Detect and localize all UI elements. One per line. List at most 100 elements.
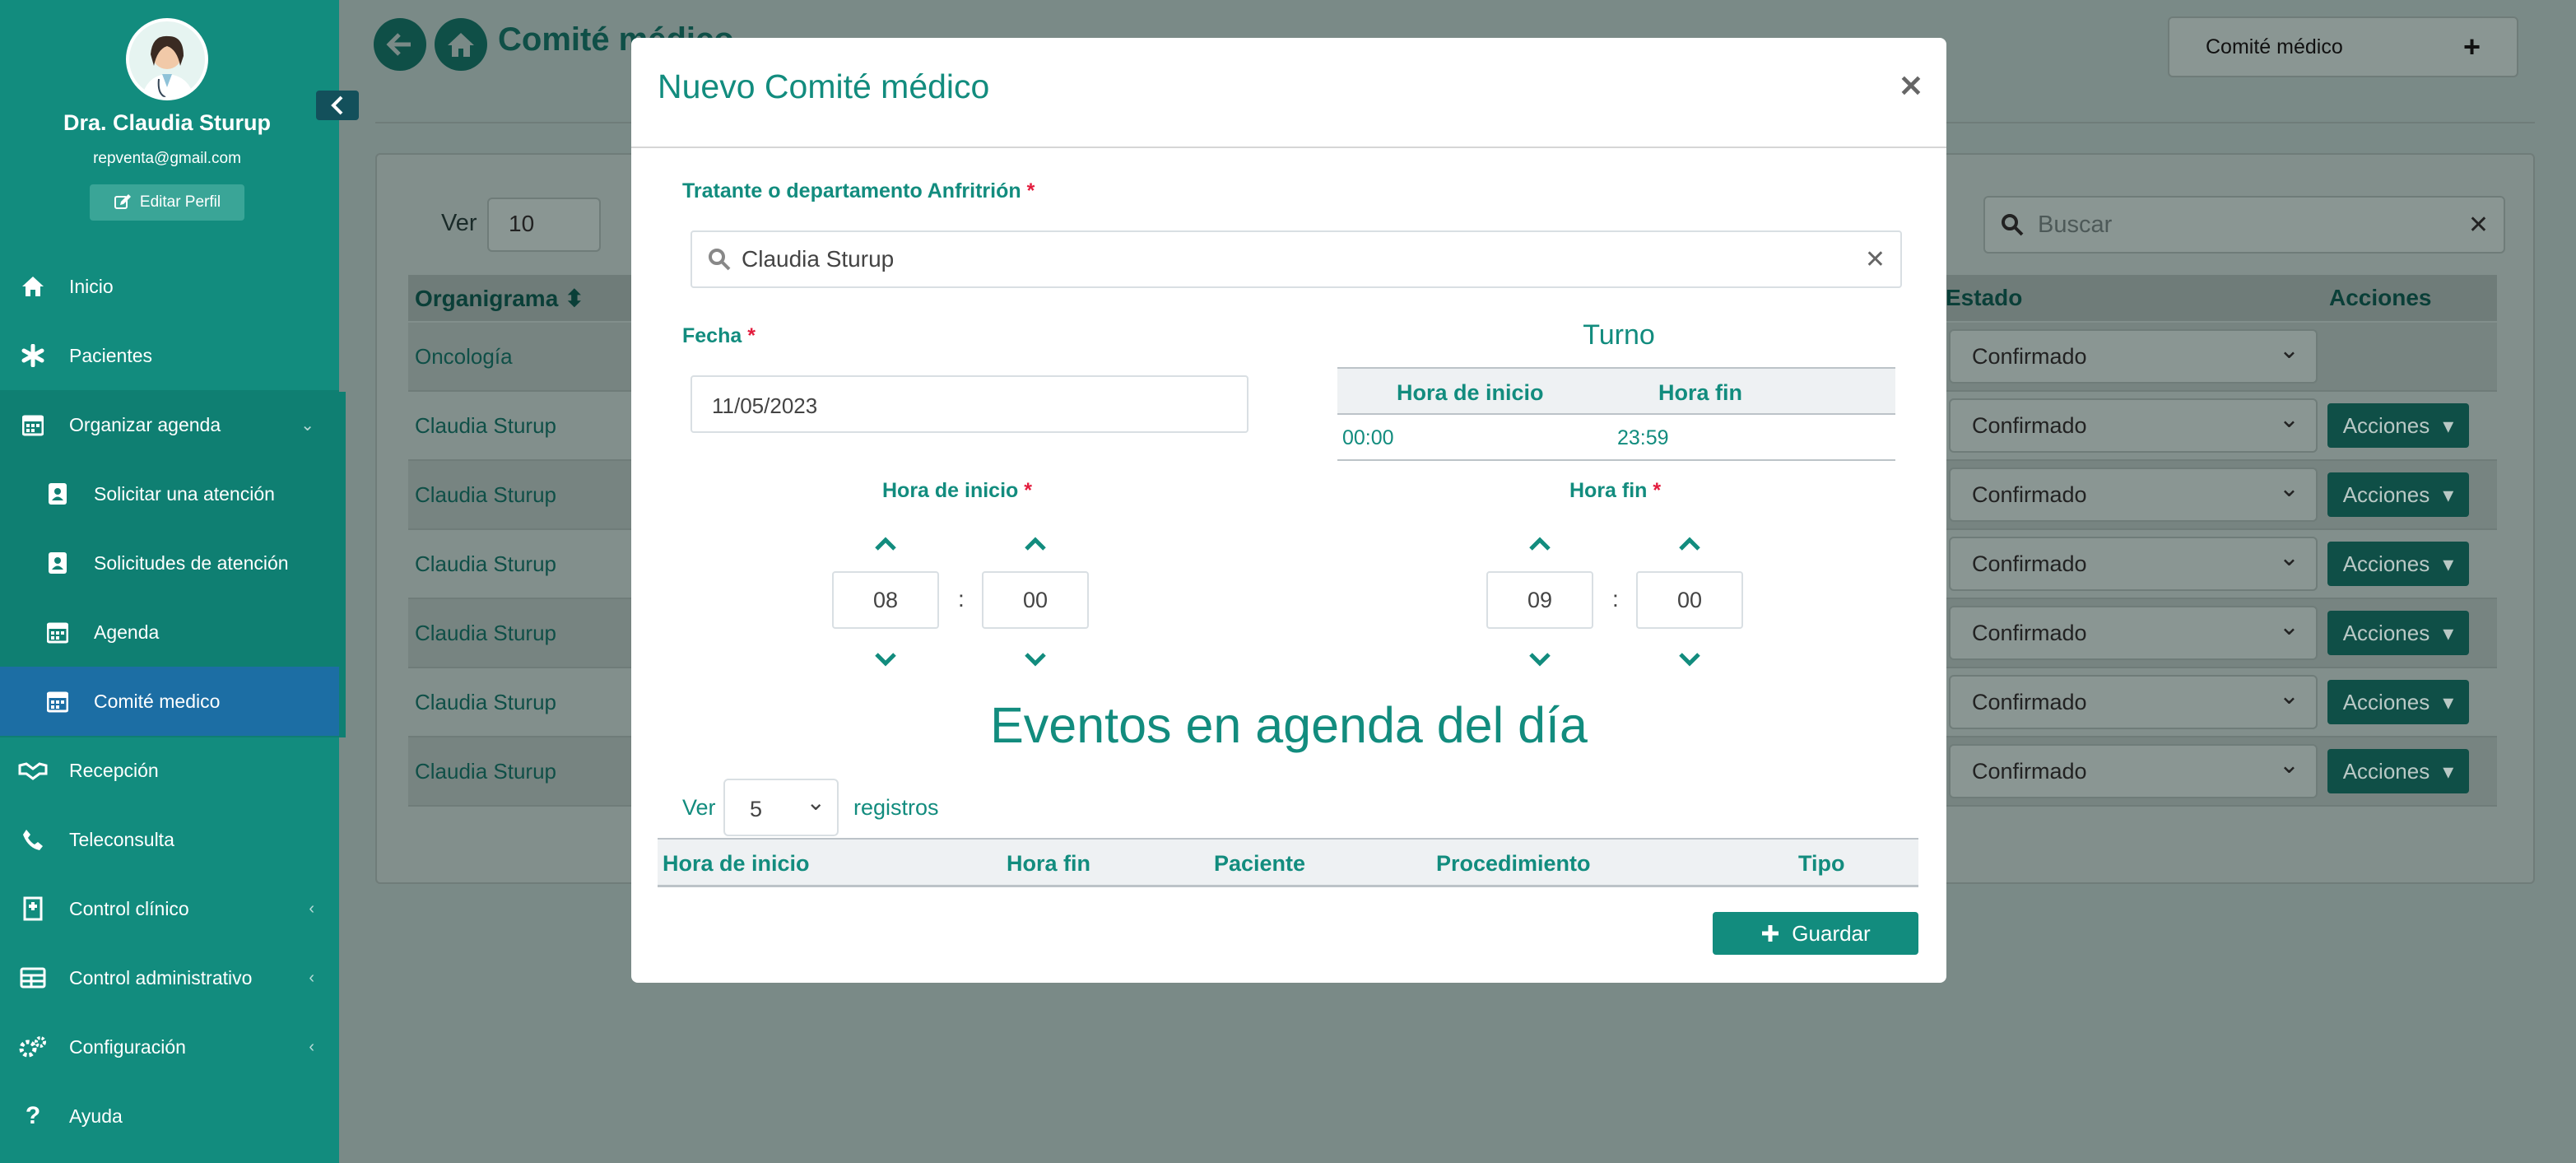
sidebar-item-teleconsulta[interactable]: Teleconsulta — [0, 805, 339, 874]
new-committee-button[interactable]: Comité médico + — [2168, 16, 2518, 77]
sidebar-item-solicitudes-atencion[interactable]: Solicitudes de atención — [0, 528, 339, 598]
events-col-hora-fin[interactable]: Hora fin — [1007, 851, 1090, 877]
sidebar-item-label: Control clínico — [69, 897, 189, 919]
calendar-icon — [16, 408, 49, 441]
estado-select[interactable]: Confirmado — [1949, 537, 2318, 591]
sidebar-item-ayuda[interactable]: ? Ayuda — [0, 1082, 339, 1151]
estado-select[interactable]: Confirmado — [1949, 468, 2318, 522]
sidebar-collapse-button[interactable] — [316, 91, 359, 120]
plus-icon — [1762, 925, 1779, 942]
id-card-icon — [41, 477, 74, 510]
search-icon — [2002, 214, 2024, 236]
minute-up-chevron-icon[interactable] — [1673, 532, 1706, 556]
acciones-dropdown-button[interactable]: Acciones ▾ — [2327, 403, 2469, 448]
sidebar-item-agenda[interactable]: Agenda — [0, 598, 339, 667]
row-organigrama: Claudia Sturup — [415, 551, 556, 576]
acciones-dropdown-button[interactable]: Acciones ▾ — [2327, 680, 2469, 724]
sidebar-item-comite-medico[interactable]: Comité medico — [0, 667, 339, 736]
asterisk-icon — [16, 339, 49, 372]
avatar[interactable] — [126, 18, 208, 100]
turno-table: Hora de inicio Hora fin 00:00 23:59 — [1337, 367, 1895, 461]
hour-down-chevron-icon[interactable] — [869, 647, 902, 672]
events-col-procedimiento[interactable]: Procedimiento — [1436, 851, 1591, 877]
start-hour-input[interactable]: 08 — [832, 571, 939, 629]
events-col-hora-inicio[interactable]: Hora de inicio — [663, 851, 810, 877]
minute-up-chevron-icon[interactable] — [1019, 532, 1052, 556]
events-col-tipo[interactable]: Tipo — [1798, 851, 1845, 877]
estado-select[interactable]: Confirmado — [1949, 606, 2318, 660]
sidebar-item-solicitar-atencion[interactable]: Solicitar una atención — [0, 459, 339, 528]
sidebar-item-control-clinico[interactable]: Control clínico ‹ — [0, 874, 339, 943]
acciones-dropdown-button[interactable]: Acciones ▾ — [2327, 542, 2469, 586]
minute-down-chevron-icon[interactable] — [1673, 647, 1706, 672]
hour-up-chevron-icon[interactable] — [1523, 532, 1556, 556]
events-table-header: Hora de inicio Hora fin Paciente Procedi… — [658, 838, 1918, 887]
calendar-icon — [41, 616, 74, 649]
sidebar: Dra. Claudia Sturup repventa@gmail.com E… — [0, 0, 346, 1163]
close-icon[interactable]: ✕ — [1899, 69, 1923, 104]
row-organigrama: Oncología — [415, 344, 513, 369]
id-card-icon — [41, 547, 74, 579]
acciones-dropdown-button[interactable]: Acciones ▾ — [2327, 611, 2469, 655]
hour-up-chevron-icon[interactable] — [869, 532, 902, 556]
sidebar-item-label: Control administrativo — [69, 966, 253, 989]
question-icon: ? — [25, 1102, 41, 1129]
estado-select[interactable]: Confirmado — [1949, 744, 2318, 798]
cogs-icon — [16, 1030, 49, 1063]
estado-select[interactable]: Confirmado — [1949, 675, 2318, 729]
acciones-dropdown-button[interactable]: Acciones ▾ — [2327, 749, 2469, 793]
column-header-organigrama[interactable]: Organigrama ⬍ — [415, 285, 584, 312]
edit-profile-button[interactable]: Editar Perfil — [90, 184, 244, 221]
caret-down-icon: ▾ — [2443, 481, 2454, 507]
phone-icon — [16, 823, 49, 856]
sidebar-item-control-administrativo[interactable]: Control administrativo ‹ — [0, 943, 339, 1012]
page-size-label: Ver — [441, 210, 477, 236]
events-page-size-select[interactable]: 5 — [723, 779, 839, 836]
page-size-select[interactable]: 10 — [487, 198, 601, 252]
home-button[interactable] — [435, 18, 487, 71]
profile-email: repventa@gmail.com — [93, 150, 241, 167]
clear-icon[interactable]: ✕ — [1865, 245, 1886, 274]
sidebar-item-label: Solicitar una atención — [94, 482, 275, 505]
row-organigrama: Claudia Sturup — [415, 482, 556, 507]
minute-down-chevron-icon[interactable] — [1019, 647, 1052, 672]
sidebar-item-configuracion[interactable]: Configuración ‹ — [0, 1012, 339, 1082]
plus-icon: + — [2462, 30, 2481, 63]
sidebar-item-pacientes[interactable]: Pacientes — [0, 321, 339, 390]
column-header-acciones: Acciones — [2329, 285, 2432, 310]
search-input[interactable]: Buscar ✕ — [1983, 196, 2505, 254]
sidebar-item-inicio[interactable]: Inicio — [0, 252, 339, 321]
chevron-left-icon: ‹ — [309, 1037, 314, 1056]
sidebar-item-recepcion[interactable]: Recepción — [0, 736, 339, 805]
chevron-left-icon — [331, 95, 343, 115]
sidebar-item-organizar-agenda[interactable]: Organizar agenda ⌄ — [0, 390, 339, 459]
estado-select[interactable]: Confirmado — [1949, 398, 2318, 453]
sidebar-item-label: Inicio — [69, 275, 114, 297]
start-minute-input[interactable]: 00 — [982, 571, 1089, 629]
clear-icon[interactable]: ✕ — [2468, 211, 2489, 240]
events-registros-label: registros — [853, 795, 939, 820]
turno-col-end: Hora fin — [1658, 380, 1743, 405]
estado-select[interactable]: Confirmado — [1949, 329, 2318, 384]
back-button[interactable] — [374, 18, 426, 71]
search-placeholder: Buscar — [2038, 211, 2113, 238]
events-col-paciente[interactable]: Paciente — [1214, 851, 1305, 877]
fecha-input[interactable]: 11/05/2023 — [690, 375, 1248, 433]
caret-down-icon: ▾ — [2443, 689, 2454, 714]
save-button[interactable]: Guardar — [1713, 912, 1918, 955]
row-organigrama: Claudia Sturup — [415, 621, 556, 645]
sidebar-item-label: Pacientes — [69, 344, 153, 366]
host-search-input[interactable]: Claudia Sturup ✕ — [690, 230, 1902, 288]
home-icon — [448, 33, 474, 57]
chevron-down-icon: ⌄ — [300, 416, 314, 435]
end-minute-input[interactable]: 00 — [1636, 571, 1743, 629]
column-header-estado: Estado — [1946, 285, 2023, 310]
turno-title: Turno — [1583, 319, 1655, 351]
hour-down-chevron-icon[interactable] — [1523, 647, 1556, 672]
fecha-label: Fecha * — [682, 324, 756, 347]
end-hour-input[interactable]: 09 — [1486, 571, 1593, 629]
handshake-icon — [16, 754, 49, 787]
arrow-left-icon — [386, 33, 411, 56]
sidebar-item-label: Configuración — [69, 1035, 186, 1058]
acciones-dropdown-button[interactable]: Acciones ▾ — [2327, 472, 2469, 517]
